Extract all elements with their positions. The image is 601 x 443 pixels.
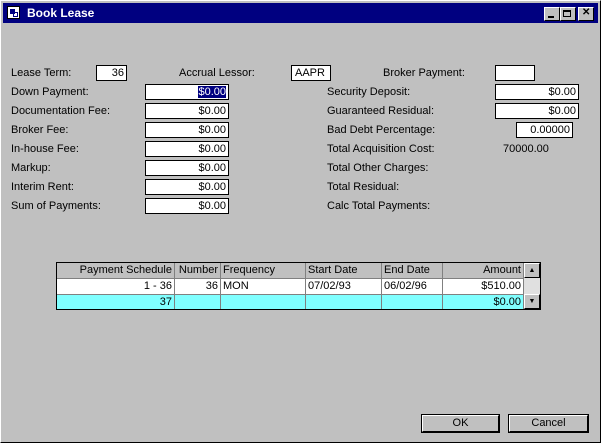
scroll-down-icon[interactable]: ▼ bbox=[524, 294, 540, 309]
lease-term-label: Lease Term: bbox=[11, 67, 72, 79]
table-cell[interactable]: 07/02/93 bbox=[306, 279, 382, 295]
total-other-charges-label: Total Other Charges: bbox=[327, 162, 429, 174]
security-deposit-field[interactable]: $0.00 bbox=[495, 84, 579, 100]
title-bar[interactable]: Book Lease bbox=[3, 3, 598, 23]
in-house-fee-field[interactable]: $0.00 bbox=[145, 141, 229, 157]
interim-rent-field[interactable]: $0.00 bbox=[145, 179, 229, 195]
broker-fee-label: Broker Fee: bbox=[11, 124, 69, 136]
bad-debt-percentage-label: Bad Debt Percentage: bbox=[327, 124, 436, 136]
accrual-lessor-label: Accrual Lessor: bbox=[179, 67, 255, 79]
scroll-up-icon[interactable]: ▲ bbox=[524, 263, 540, 278]
table-cell[interactable]: $0.00 bbox=[443, 295, 524, 309]
column-header-amount[interactable]: Amount bbox=[443, 263, 524, 279]
down-payment-field[interactable]: $0.00 bbox=[145, 84, 229, 100]
security-deposit-label: Security Deposit: bbox=[327, 86, 411, 98]
total-acquisition-cost-label: Total Acquisition Cost: bbox=[327, 143, 435, 155]
table-cell[interactable]: 06/02/96 bbox=[382, 279, 443, 295]
table-cell[interactable]: MON bbox=[221, 279, 306, 295]
lease-term-field[interactable]: 36 bbox=[96, 65, 127, 81]
table-cell[interactable] bbox=[221, 295, 306, 309]
documentation-fee-field[interactable]: $0.00 bbox=[145, 103, 229, 119]
app-icon bbox=[7, 6, 20, 19]
ok-button[interactable]: OK bbox=[421, 414, 500, 433]
bad-debt-percentage-field[interactable]: 0.00000 bbox=[516, 122, 573, 138]
markup-label: Markup: bbox=[11, 162, 51, 174]
markup-field[interactable]: $0.00 bbox=[145, 160, 229, 176]
down-payment-label: Down Payment: bbox=[11, 86, 89, 98]
broker-fee-field[interactable]: $0.00 bbox=[145, 122, 229, 138]
payment-schedule-grid[interactable]: Payment Schedule Number Frequency Start … bbox=[56, 262, 541, 310]
book-lease-window: Book Lease Lease Term: 36 Accrual Lessor… bbox=[0, 0, 601, 443]
interim-rent-label: Interim Rent: bbox=[11, 181, 74, 193]
accrual-lessor-field[interactable]: AAPR bbox=[291, 65, 331, 81]
sum-of-payments-label: Sum of Payments: bbox=[11, 200, 101, 212]
calc-total-payments-label: Calc Total Payments: bbox=[327, 200, 431, 212]
total-acquisition-cost-value: 70000.00 bbox=[503, 143, 549, 155]
column-header-payment-schedule[interactable]: Payment Schedule bbox=[57, 263, 175, 279]
guaranteed-residual-label: Guaranteed Residual: bbox=[327, 105, 435, 117]
broker-payment-field[interactable] bbox=[495, 65, 535, 81]
window-title: Book Lease bbox=[27, 6, 95, 20]
cancel-button[interactable]: Cancel bbox=[508, 414, 589, 433]
documentation-fee-label: Documentation Fee: bbox=[11, 105, 111, 117]
table-cell[interactable] bbox=[382, 295, 443, 309]
broker-payment-label: Broker Payment: bbox=[383, 67, 465, 79]
sum-of-payments-field[interactable]: $0.00 bbox=[145, 198, 229, 214]
table-cell[interactable]: 1 - 36 bbox=[57, 279, 175, 295]
column-header-end-date[interactable]: End Date bbox=[382, 263, 443, 279]
total-residual-label: Total Residual: bbox=[327, 181, 400, 193]
minimize-button[interactable] bbox=[544, 7, 560, 21]
table-cell[interactable] bbox=[175, 295, 221, 309]
close-button[interactable] bbox=[578, 7, 594, 21]
down-payment-value: $0.00 bbox=[198, 86, 226, 98]
column-header-frequency[interactable]: Frequency bbox=[221, 263, 306, 279]
table-cell[interactable] bbox=[306, 295, 382, 309]
table-cell[interactable]: 37 bbox=[57, 295, 175, 309]
guaranteed-residual-field[interactable]: $0.00 bbox=[495, 103, 579, 119]
table-cell[interactable]: 36 bbox=[175, 279, 221, 295]
column-header-start-date[interactable]: Start Date bbox=[306, 263, 382, 279]
table-cell[interactable]: $510.00 bbox=[443, 279, 524, 295]
maximize-button[interactable] bbox=[560, 7, 576, 21]
in-house-fee-label: In-house Fee: bbox=[11, 143, 79, 155]
column-header-number[interactable]: Number bbox=[175, 263, 221, 279]
vertical-scrollbar[interactable]: ▲ ▼ bbox=[524, 263, 540, 309]
